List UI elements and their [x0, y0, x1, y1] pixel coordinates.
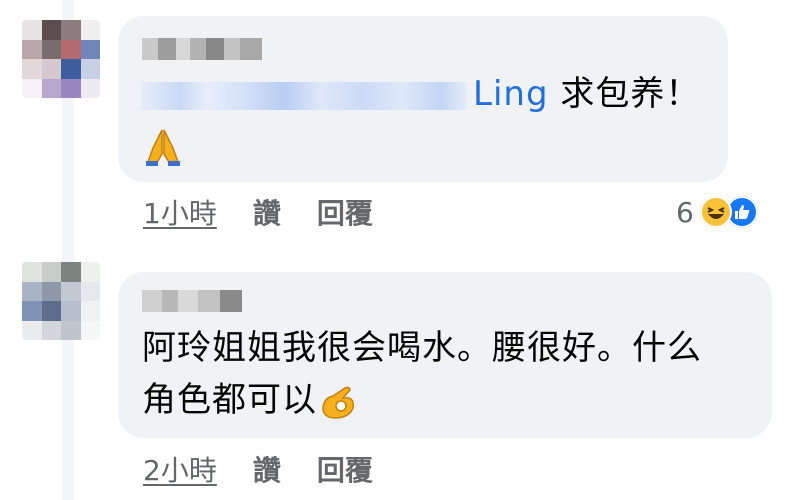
comment-body-line-2: 角色都可以	[142, 380, 317, 420]
mention-prefix-redacted	[142, 81, 467, 110]
reaction-summary[interactable]: 6	[676, 195, 758, 229]
reply-button[interactable]: 回覆	[317, 192, 373, 232]
reply-button[interactable]: 回覆	[317, 449, 373, 489]
comment-text: Ling 求包养！	[142, 68, 700, 120]
folded-hands-icon	[146, 129, 180, 166]
avatar[interactable]	[22, 262, 100, 340]
comment-bubble: 阿玲姐姐我很会喝水。腰很好。什么 角色都可以	[118, 272, 772, 438]
like-button[interactable]: 讚	[253, 192, 281, 232]
commenter-name-redacted[interactable]	[142, 290, 242, 312]
comment-bubble: Ling 求包养！	[118, 16, 728, 182]
comment-timestamp[interactable]: 2小時	[143, 449, 217, 489]
comment-body: 求包养！	[560, 74, 701, 114]
ok-hand-icon	[322, 386, 355, 419]
commenter-name-redacted[interactable]	[142, 38, 262, 60]
comment-actions: 2小時 讚 回覆	[143, 449, 373, 489]
comment-text: 阿玲姐姐我很会喝水。腰很好。什么 角色都可以	[142, 322, 702, 426]
reaction-count: 6	[676, 195, 694, 229]
comment-body-line-1: 阿玲姐姐我很会喝水。腰很好。什么	[142, 328, 702, 368]
mention-link[interactable]: Ling	[473, 74, 549, 114]
comment-timestamp[interactable]: 1小時	[143, 192, 217, 232]
comment-actions: 1小時 讚 回覆	[143, 192, 373, 232]
like-button[interactable]: 讚	[253, 449, 281, 489]
haha-icon	[699, 196, 732, 228]
avatar[interactable]	[22, 20, 100, 98]
